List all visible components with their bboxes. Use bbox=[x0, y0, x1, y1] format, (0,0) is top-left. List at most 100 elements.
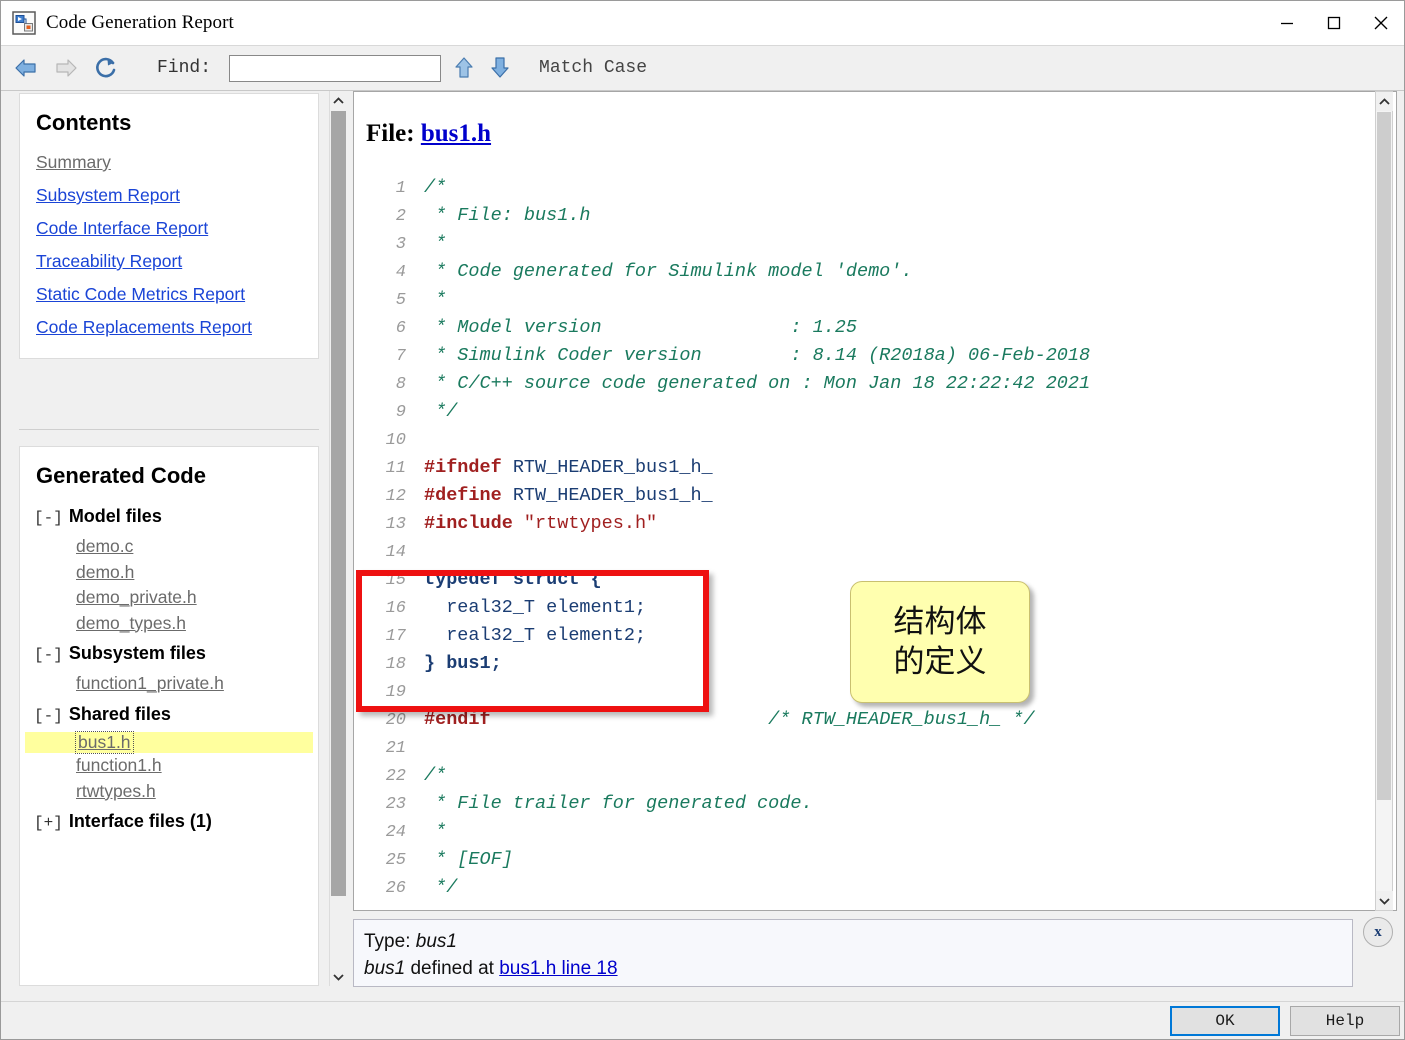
file-link-demo-h[interactable]: demo.h bbox=[76, 560, 134, 586]
close-icon[interactable]: x bbox=[1363, 917, 1393, 947]
line-number: 17 bbox=[354, 623, 406, 651]
file-link-function1-private-h[interactable]: function1_private.h bbox=[76, 671, 224, 697]
line-number: 18 bbox=[354, 651, 406, 679]
simulink-block-icon bbox=[12, 11, 36, 35]
code-token: /* bbox=[424, 177, 446, 198]
find-previous-icon[interactable] bbox=[451, 53, 477, 83]
group-subsystem-files[interactable]: [-] Subsystem files bbox=[20, 636, 318, 671]
code-viewer-scrollbar[interactable] bbox=[1375, 91, 1393, 911]
collapse-toggle-icon[interactable]: [-] bbox=[34, 707, 63, 725]
line-number: 7 bbox=[354, 343, 406, 371]
file-heading-prefix: File: bbox=[366, 120, 415, 147]
line-number: 13 bbox=[354, 511, 406, 539]
toc-link-summary[interactable]: Summary bbox=[20, 146, 318, 179]
code-token: #endif bbox=[424, 709, 491, 730]
generated-code-title: Generated Code bbox=[20, 459, 318, 499]
close-icon[interactable] bbox=[1357, 1, 1404, 46]
toc-link-static-code-metrics[interactable]: Static Code Metrics Report bbox=[20, 278, 318, 311]
code-token: real32_T element2; bbox=[424, 625, 646, 646]
collapse-toggle-icon[interactable]: [-] bbox=[34, 509, 63, 527]
line-number: 24 bbox=[354, 819, 406, 847]
list-item[interactable]: demo_types.h bbox=[20, 611, 318, 637]
group-label: Interface files (1) bbox=[69, 811, 212, 831]
list-item[interactable]: function1_private.h bbox=[20, 671, 318, 697]
search-input[interactable] bbox=[229, 55, 441, 82]
group-label: Subsystem files bbox=[69, 643, 206, 663]
list-item[interactable]: function1.h bbox=[20, 753, 318, 779]
line-number: 16 bbox=[354, 595, 406, 623]
toc-link-code-replacements-report[interactable]: Code Replacements Report bbox=[20, 311, 318, 344]
group-model-files[interactable]: [-]Model files bbox=[20, 499, 318, 534]
file-link-demo-types-h[interactable]: demo_types.h bbox=[76, 611, 186, 637]
file-link-rtwtypes-h[interactable]: rtwtypes.h bbox=[76, 779, 156, 805]
code-token: * Simulink Coder version : 8.14 (R2018a)… bbox=[424, 345, 1090, 366]
group-label: Shared files bbox=[69, 704, 171, 724]
toc-link-code-interface-report[interactable]: Code Interface Report bbox=[20, 212, 318, 245]
scrollbar-thumb[interactable] bbox=[1377, 112, 1391, 800]
scrollbar-thumb[interactable] bbox=[331, 111, 346, 896]
defined-subject: bus1 bbox=[364, 958, 405, 979]
help-button[interactable]: Help bbox=[1290, 1006, 1400, 1036]
match-case-option[interactable]: Match Case bbox=[539, 58, 647, 78]
file-link-demo-private-h[interactable]: demo_private.h bbox=[76, 585, 197, 611]
line-number: 2 bbox=[354, 203, 406, 231]
code-token: RTW_HEADER_bus1_h_ bbox=[502, 457, 713, 478]
line-number: 19 bbox=[354, 679, 406, 707]
code-token: * File: bus1.h bbox=[424, 205, 591, 226]
minimize-icon[interactable] bbox=[1263, 1, 1310, 46]
code-line: 20 #endif /* RTW_HEADER_bus1_h_ */ bbox=[354, 706, 1396, 734]
find-next-icon[interactable] bbox=[487, 53, 513, 83]
scroll-up-arrow-icon[interactable] bbox=[1376, 92, 1393, 111]
line-number: 26 bbox=[354, 875, 406, 903]
line-number: 25 bbox=[354, 847, 406, 875]
code-token: /* RTW_HEADER_bus1_h_ */ bbox=[768, 709, 1034, 730]
collapse-toggle-icon[interactable]: [-] bbox=[34, 646, 63, 664]
toc-link-traceability-report[interactable]: Traceability Report bbox=[20, 245, 318, 278]
navigation-sidebar: Contents Summary Subsystem Report Code I… bbox=[9, 91, 329, 986]
line-number: 20 bbox=[354, 707, 406, 735]
scroll-down-arrow-icon[interactable] bbox=[330, 967, 347, 986]
list-item[interactable]: demo_private.h bbox=[20, 585, 318, 611]
file-heading-link[interactable]: bus1.h bbox=[421, 120, 491, 147]
line-number: 6 bbox=[354, 315, 406, 343]
list-item-selected[interactable]: bus1.h bbox=[25, 732, 313, 754]
list-item[interactable]: rtwtypes.h bbox=[20, 779, 318, 805]
expand-toggle-icon[interactable]: [+] bbox=[34, 814, 63, 832]
toc-link-subsystem-report[interactable]: Subsystem Report bbox=[20, 179, 318, 212]
code-line: 23 * File trailer for generated code. bbox=[354, 790, 1396, 818]
line-number: 22 bbox=[354, 763, 406, 791]
generated-code-card: Generated Code [-]Model files demo.c dem… bbox=[19, 446, 319, 986]
file-link-bus1-h[interactable]: bus1.h bbox=[76, 732, 133, 754]
file-link-demo-c[interactable]: demo.c bbox=[76, 534, 133, 560]
code-line: 4 * Code generated for Simulink model 'd… bbox=[354, 258, 1396, 286]
code-token: RTW_HEADER_bus1_h_ bbox=[502, 485, 713, 506]
sidebar-scrollbar[interactable] bbox=[329, 91, 346, 986]
list-item[interactable]: demo.c bbox=[20, 534, 318, 560]
find-toolbar: Find: Match Case bbox=[1, 46, 1404, 91]
ok-button[interactable]: OK bbox=[1170, 1006, 1280, 1036]
forward-arrow-icon bbox=[51, 53, 81, 83]
list-item[interactable]: demo.h bbox=[20, 560, 318, 586]
code-listing: 1/*2 * File: bus1.h3 *4 * Code generated… bbox=[354, 174, 1396, 902]
refresh-icon[interactable] bbox=[91, 53, 121, 83]
file-link-function1-h[interactable]: function1.h bbox=[76, 753, 162, 779]
scroll-down-arrow-icon[interactable] bbox=[1376, 891, 1393, 910]
code-line: 2 * File: bus1.h bbox=[354, 202, 1396, 230]
maximize-icon[interactable] bbox=[1310, 1, 1357, 46]
group-interface-files[interactable]: [+] Interface files (1) bbox=[20, 804, 318, 839]
line-number: 11 bbox=[354, 455, 406, 483]
defined-at-link[interactable]: bus1.h line 18 bbox=[499, 958, 617, 979]
code-token: #ifndef bbox=[424, 457, 502, 478]
code-line: 22/* bbox=[354, 762, 1396, 790]
type-info-panel: Type: bus1 bus1 defined at bus1.h line 1… bbox=[353, 919, 1353, 987]
group-shared-files[interactable]: [-] Shared files bbox=[20, 697, 318, 732]
note-line-2: 的定义 bbox=[894, 642, 987, 682]
scroll-up-arrow-icon[interactable] bbox=[330, 91, 347, 110]
code-line: 6 * Model version : 1.25 bbox=[354, 314, 1396, 342]
type-value: bus1 bbox=[416, 931, 457, 952]
back-arrow-icon[interactable] bbox=[11, 53, 41, 83]
contents-card: Contents Summary Subsystem Report Code I… bbox=[19, 93, 319, 359]
annotation-note: 结构体 的定义 bbox=[850, 581, 1030, 703]
line-number: 15 bbox=[354, 567, 406, 595]
window-title: Code Generation Report bbox=[46, 12, 234, 34]
